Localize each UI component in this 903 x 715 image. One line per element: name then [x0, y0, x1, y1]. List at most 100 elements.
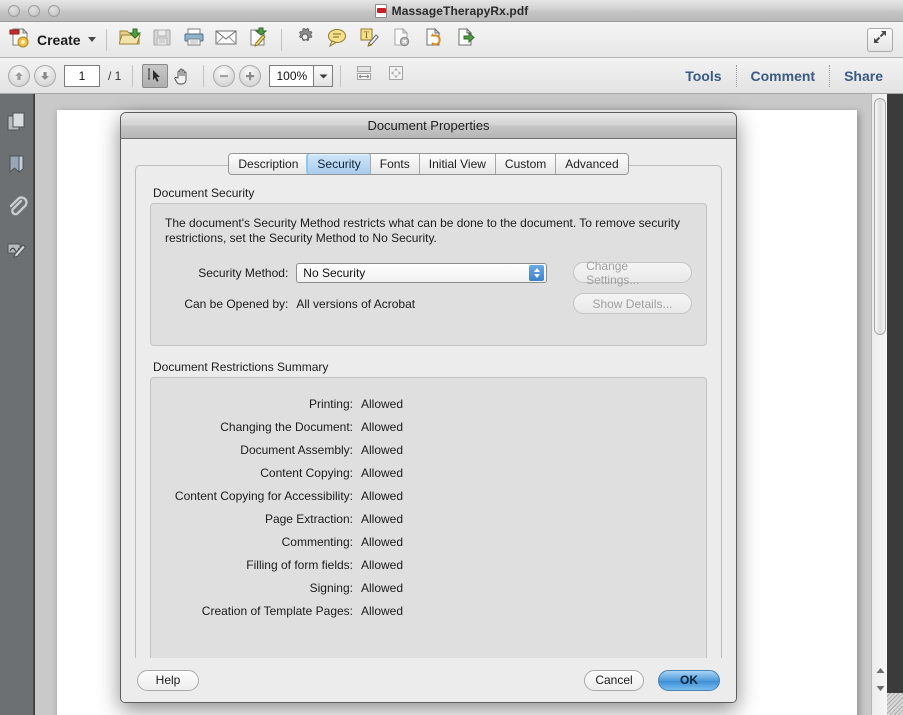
dialog-tabbar: Description Security Fonts Initial View … [135, 153, 722, 177]
create-button[interactable]: Create [6, 25, 99, 55]
floppy-disk-icon [152, 27, 172, 52]
restriction-value: Allowed [361, 603, 404, 618]
highlight-text-button[interactable]: T [354, 25, 384, 55]
bookmarks-icon [6, 153, 28, 182]
scrollbar-arrows[interactable] [872, 661, 888, 693]
security-tab-panel: Document Security The document's Securit… [135, 165, 722, 669]
print-button[interactable] [179, 25, 209, 55]
fit-page-width-button[interactable] [349, 61, 379, 91]
tab-advanced[interactable]: Advanced [556, 154, 628, 174]
fit-visible-button[interactable] [381, 61, 411, 91]
restriction-label: Content Copying: [260, 465, 353, 480]
security-method-select[interactable]: No Security [296, 262, 548, 283]
window-titlebar: MassageTherapyRx.pdf [0, 0, 903, 22]
delete-page-button[interactable] [386, 25, 416, 55]
minimize-button[interactable] [28, 4, 40, 17]
tools-panel-button[interactable]: Tools [671, 58, 735, 94]
navigation-toolbar: 1 / 1 100% Tools Comment Share [0, 58, 903, 94]
restriction-value: Allowed [361, 465, 404, 480]
change-settings-button[interactable]: Change Settings... [573, 259, 692, 287]
comment-panel-button[interactable]: Comment [737, 58, 830, 94]
email-button[interactable] [211, 25, 241, 55]
tab-security[interactable]: Security [308, 154, 371, 174]
restriction-value: Allowed [361, 511, 404, 526]
sidebar-item-attachments[interactable] [0, 188, 34, 230]
hand-tool-button[interactable] [168, 64, 196, 88]
rotate-page-button[interactable] [418, 25, 448, 55]
gear-icon [295, 27, 315, 52]
help-button[interactable]: Help [137, 669, 199, 691]
zoom-combobox[interactable]: 100% [269, 64, 334, 87]
dialog-title: Document Properties [367, 118, 490, 133]
close-button[interactable] [8, 4, 20, 17]
nav-divider-2 [203, 64, 205, 87]
nav-divider-3 [340, 64, 342, 87]
table-row: Content Copying: Allowed [165, 461, 692, 484]
printer-icon [183, 27, 205, 52]
create-pdf-icon [9, 26, 31, 53]
select-tool-button[interactable] [142, 63, 169, 88]
table-row: Signing: Allowed [165, 576, 692, 599]
dialog-body: Description Security Fonts Initial View … [121, 139, 736, 669]
tab-list: Description Security Fonts Initial View … [228, 153, 629, 175]
restriction-label: Signing: [309, 580, 353, 595]
scroll-down-icon[interactable] [876, 679, 885, 697]
restriction-label: Creation of Template Pages: [201, 603, 353, 618]
restriction-label: Commenting: [281, 534, 353, 549]
dialog-footer: Help Cancel OK [121, 658, 736, 702]
restriction-label: Changing the Document: [220, 419, 353, 434]
svg-text:T: T [363, 30, 369, 40]
nav-divider-1 [132, 64, 134, 87]
table-row: Content Copying for Accessibility: Allow… [165, 484, 692, 507]
tab-description[interactable]: Description [229, 154, 309, 174]
security-method-row: Security Method: No Security Change Sett… [165, 259, 692, 287]
tab-initial-view[interactable]: Initial View [419, 154, 496, 174]
zoom-dropdown-button[interactable] [313, 64, 334, 87]
share-panel-button[interactable]: Share [830, 58, 897, 94]
show-details-button[interactable]: Show Details... [572, 293, 692, 314]
cancel-button[interactable]: Cancel [584, 669, 644, 691]
save-button[interactable] [147, 25, 177, 55]
security-method-label: Security Method: [198, 265, 289, 280]
security-method-value: No Security [303, 265, 366, 280]
envelope-icon [215, 28, 237, 51]
window-title-group: MassageTherapyRx.pdf [0, 0, 903, 22]
restriction-value: Allowed [361, 534, 404, 549]
scrollbar-thumb[interactable] [874, 98, 886, 335]
highlighter-icon: T [359, 27, 379, 52]
next-page-button[interactable] [34, 64, 56, 87]
chevron-down-icon[interactable] [87, 37, 96, 42]
zoom-button[interactable] [48, 4, 60, 17]
sticky-note-button[interactable] [322, 25, 352, 55]
can-be-opened-row: Can be Opened by: All versions of Acroba… [165, 293, 692, 314]
vertical-scrollbar[interactable] [871, 94, 887, 715]
sidebar-item-signatures[interactable] [0, 230, 34, 272]
zoom-value[interactable]: 100% [269, 64, 314, 87]
ok-button[interactable]: OK [658, 669, 720, 691]
open-file-button[interactable] [115, 25, 145, 55]
page-number-input[interactable]: 1 [64, 64, 100, 87]
zoom-out-button[interactable] [213, 64, 236, 87]
toolbar-divider-2 [280, 28, 282, 51]
restriction-value: Allowed [361, 557, 404, 572]
scroll-up-icon[interactable] [876, 661, 885, 679]
sidebar-item-page-thumbnails[interactable] [0, 104, 34, 146]
page-total-label: / 1 [108, 68, 122, 83]
restriction-value: Allowed [361, 488, 404, 503]
settings-button[interactable] [290, 25, 320, 55]
send-review-icon [247, 27, 269, 52]
table-row: Filling of form fields: Allowed [165, 553, 692, 576]
stepper-arrows-icon[interactable] [529, 264, 545, 281]
previous-page-button[interactable] [8, 64, 30, 87]
sidebar-item-bookmarks[interactable] [0, 146, 34, 188]
window-resize-grip[interactable] [887, 693, 903, 715]
export-page-button[interactable] [450, 25, 480, 55]
window-title: MassageTherapyRx.pdf [391, 4, 529, 18]
tab-custom[interactable]: Custom [495, 154, 557, 174]
page-thumbnails-icon [6, 111, 28, 140]
zoom-in-button[interactable] [239, 64, 262, 87]
tab-fonts[interactable]: Fonts [370, 154, 420, 174]
fullscreen-button[interactable] [867, 27, 893, 52]
restriction-value: Allowed [361, 442, 404, 457]
send-for-review-button[interactable] [243, 25, 273, 55]
